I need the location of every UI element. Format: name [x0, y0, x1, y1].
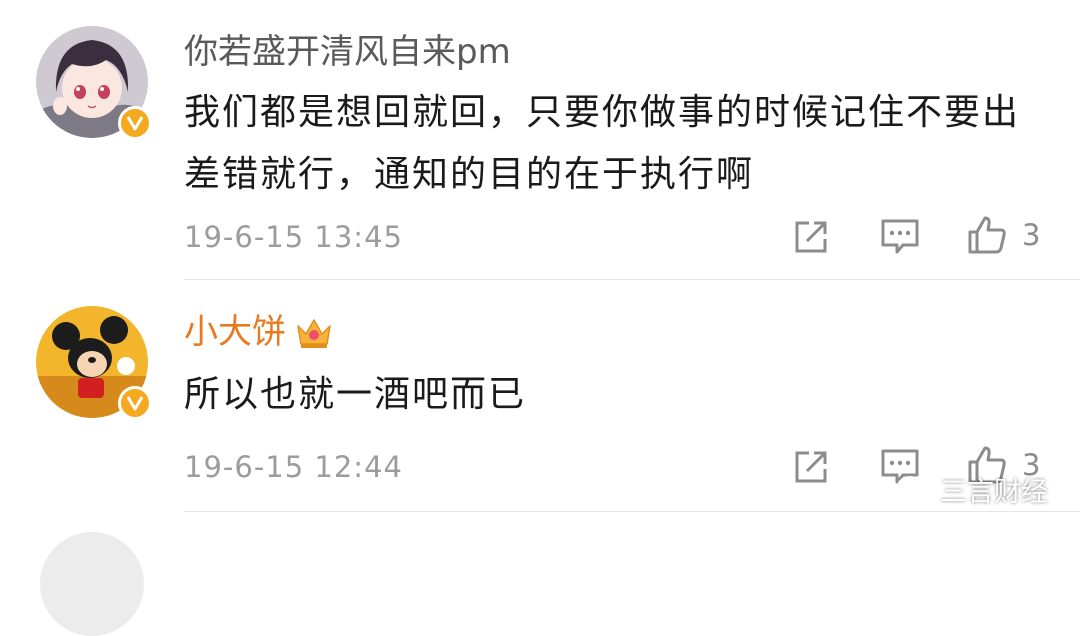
comment-text: 所以也就一酒吧而已	[184, 374, 527, 415]
timestamp: 19-6-15 13:45	[184, 220, 403, 254]
verified-badge-icon	[118, 386, 152, 420]
username[interactable]: 小大饼	[184, 312, 334, 352]
comment-item: 你若盛开清风自来pm 我们都是想回就回，只要你做事的时候记住不要出差错就行，通知…	[0, 0, 1080, 280]
next-avatar-partial	[40, 532, 144, 636]
username[interactable]: 你若盛开清风自来pm	[184, 32, 511, 72]
divider	[184, 511, 1080, 512]
user-avatar[interactable]	[36, 26, 152, 140]
user-avatar[interactable]	[36, 306, 152, 420]
comment-text: 我们都是想回就回，只要你做事的时候记住不要出差错就行，通知的目的在于执行啊	[184, 92, 1021, 195]
like-button[interactable]: 3	[966, 214, 1040, 256]
verified-badge-icon	[118, 106, 152, 140]
crown-icon	[297, 319, 331, 348]
repost-icon	[795, 221, 827, 253]
watermark: 三言财经	[896, 470, 1048, 509]
comment-icon	[881, 219, 919, 254]
repost-button[interactable]	[792, 448, 830, 486]
comment-button[interactable]	[880, 218, 920, 256]
repost-icon	[795, 451, 827, 483]
watermark-label: 三言财经	[940, 477, 1048, 508]
repost-button[interactable]	[792, 218, 830, 256]
thumbs-up-icon	[968, 216, 1006, 254]
timestamp: 19-6-15 12:44	[184, 450, 403, 484]
username-text: 小大饼	[184, 312, 286, 352]
like-count: 3	[1022, 218, 1041, 252]
wechat-icon	[897, 475, 931, 503]
